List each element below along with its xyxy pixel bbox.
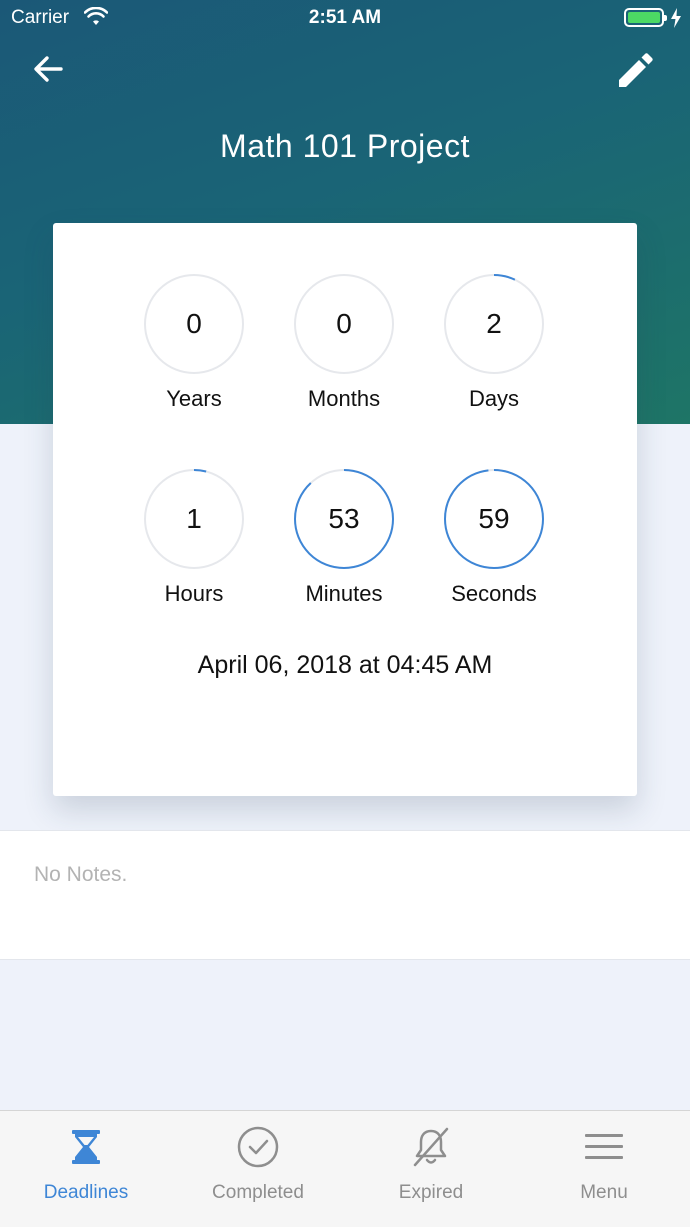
countdown-months: 0 Months xyxy=(279,273,409,412)
tab-deadlines[interactable]: Deadlines xyxy=(0,1111,172,1227)
deadline-date: April 06, 2018 at 04:45 AM xyxy=(197,651,493,679)
countdown-days: 2 Days xyxy=(429,273,559,412)
hamburger-icon xyxy=(585,1134,623,1159)
charging-bolt-icon xyxy=(671,8,681,28)
edit-button[interactable] xyxy=(614,50,656,92)
countdown-hours: 1 Hours xyxy=(129,468,259,607)
tab-label: Menu xyxy=(580,1182,628,1203)
countdown-label: Months xyxy=(307,386,381,411)
progress-ring: 1 xyxy=(143,468,245,570)
countdown-value: 2 xyxy=(486,308,502,339)
status-time: 2:51 AM xyxy=(308,7,382,28)
countdown-value: 59 xyxy=(478,503,510,534)
tab-completed[interactable]: Completed xyxy=(172,1111,344,1227)
hourglass-icon xyxy=(72,1130,100,1164)
countdown-minutes: 53 Minutes xyxy=(279,468,409,607)
countdown-value: 53 xyxy=(328,503,360,534)
check-circle-icon xyxy=(237,1126,279,1168)
countdown-seconds: 59 Seconds xyxy=(429,468,559,607)
page-title: Math 101 Project xyxy=(220,128,470,164)
back-button[interactable] xyxy=(28,50,68,90)
progress-ring: 53 xyxy=(293,468,395,570)
countdown-years: 0 Years xyxy=(129,273,259,412)
countdown-card: 0 Years 0 Months 2 Days 1 Hours 53 Minut… xyxy=(53,223,637,796)
battery-icon xyxy=(624,8,667,27)
countdown-label: Days xyxy=(468,386,520,411)
progress-ring: 0 xyxy=(293,273,395,375)
countdown-value: 0 xyxy=(186,308,202,339)
tab-label: Deadlines xyxy=(43,1182,129,1203)
tab-label: Completed xyxy=(212,1182,304,1203)
bell-off-icon xyxy=(413,1127,449,1167)
countdown-value: 1 xyxy=(186,503,202,534)
tab-menu[interactable]: Menu xyxy=(518,1111,690,1227)
notes-section: No Notes. xyxy=(0,830,690,960)
tab-expired[interactable]: Expired xyxy=(345,1111,517,1227)
tab-bar: Deadlines Completed Expired Menu xyxy=(0,1110,690,1227)
countdown-label: Seconds xyxy=(451,581,537,606)
countdown-label: Minutes xyxy=(305,581,383,606)
notes-text: No Notes. xyxy=(34,863,128,886)
progress-ring: 59 xyxy=(443,468,545,570)
progress-ring: 2 xyxy=(443,273,545,375)
pencil-icon xyxy=(619,53,653,87)
status-bar: Carrier 2:51 AM xyxy=(0,0,690,36)
arrow-left-icon xyxy=(34,56,63,82)
countdown-value: 0 xyxy=(336,308,352,339)
progress-ring: 0 xyxy=(143,273,245,375)
countdown-label: Hours xyxy=(164,581,224,606)
countdown-label: Years xyxy=(166,386,222,411)
tab-label: Expired xyxy=(398,1182,464,1203)
